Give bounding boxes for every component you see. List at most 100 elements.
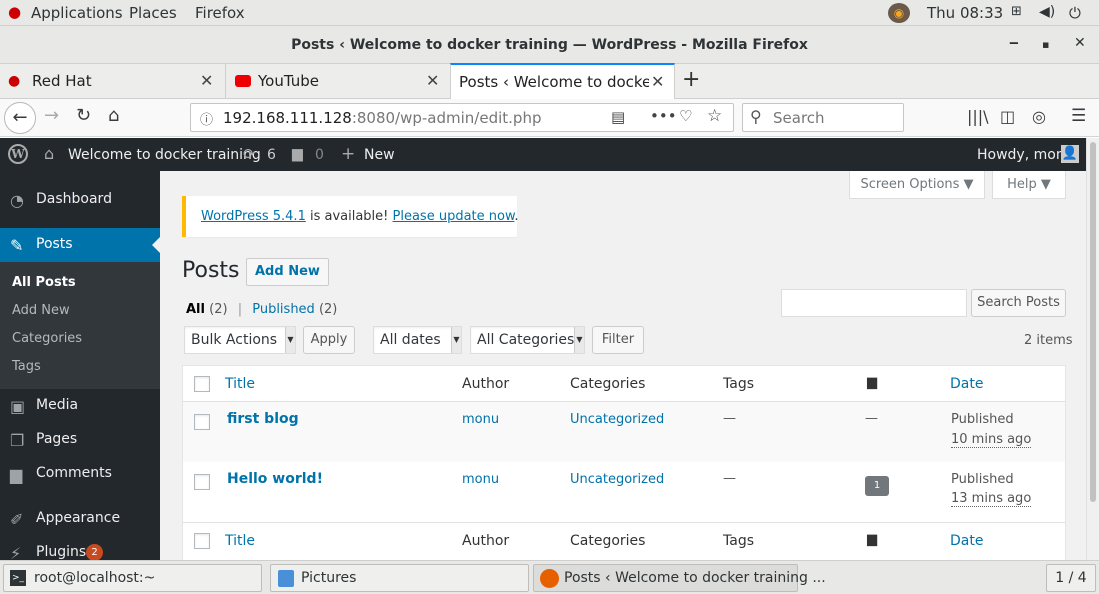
applications-menu[interactable]: Applications <box>31 4 123 22</box>
menu-appearance[interactable]: ✐ Appearance <box>0 502 160 536</box>
column-title[interactable]: Title <box>225 533 255 549</box>
close-tab-icon[interactable]: ✕ <box>651 72 664 91</box>
close-tab-icon[interactable]: ✕ <box>426 71 439 90</box>
workspace-indicator[interactable]: 1 / 4 <box>1046 564 1096 592</box>
tab-posts[interactable]: Posts ‹ Welcome to docker tr ✕ <box>450 63 675 99</box>
updates-icon[interactable]: ⟳ <box>243 145 256 163</box>
post-category-link[interactable]: Uncategorized <box>570 412 664 427</box>
firefox-menu[interactable]: Firefox <box>195 4 245 22</box>
plus-icon[interactable]: + <box>341 144 355 164</box>
column-date[interactable]: Date <box>950 533 983 549</box>
url-bar[interactable]: ⓘ 192.168.111.128:8080/wp-admin/edit.php… <box>190 103 734 132</box>
taskbar-pictures[interactable]: Pictures <box>270 564 529 592</box>
add-new-button[interactable]: Add New <box>246 258 329 286</box>
select-all-checkbox[interactable] <box>194 533 210 549</box>
redhat-icon[interactable]: ● <box>8 3 21 21</box>
filter-button[interactable]: Filter <box>592 326 644 354</box>
posts-submenu: All Posts Add New Categories Tags <box>0 262 160 389</box>
categories-select[interactable]: All Categories ▼ <box>470 326 585 354</box>
submenu-categories[interactable]: Categories <box>12 331 82 346</box>
power-icon[interactable]: ⏻ <box>1069 4 1081 22</box>
bulk-actions-select[interactable]: Bulk Actions ▼ <box>184 326 296 354</box>
view-all-link[interactable]: All <box>186 302 205 317</box>
post-title-link[interactable]: first blog <box>227 411 299 427</box>
tab-label: YouTube <box>258 72 319 90</box>
scrollbar-thumb[interactable] <box>1090 142 1096 502</box>
comment-count-bubble[interactable]: 1 <box>865 476 889 496</box>
user-avatar-icon[interactable]: ◉ <box>888 3 910 23</box>
menu-dashboard[interactable]: ◔ Dashboard <box>0 183 160 217</box>
wordpress-logo-icon[interactable]: W <box>8 144 28 164</box>
select-all-checkbox[interactable] <box>194 376 210 392</box>
post-tags: — <box>723 471 736 486</box>
comments-count[interactable]: 0 <box>315 147 324 163</box>
network-icon[interactable]: ⊞ <box>1011 4 1022 19</box>
column-title[interactable]: Title <box>225 376 255 392</box>
redhat-favicon-icon: ● <box>8 73 21 89</box>
search-box[interactable]: ⚲ Search <box>742 103 904 132</box>
submenu-tags[interactable]: Tags <box>12 359 41 374</box>
minimize-button[interactable]: ‒ <box>1009 35 1019 51</box>
back-button[interactable]: ← <box>4 102 36 134</box>
places-menu[interactable]: Places <box>129 4 177 22</box>
vertical-scrollbar[interactable] <box>1086 138 1099 560</box>
taskbar-terminal[interactable]: >_ root@localhost:~ <box>3 564 262 592</box>
tab-label: Posts ‹ Welcome to docker tr <box>459 73 649 91</box>
row-checkbox[interactable] <box>194 414 210 430</box>
menu-label: Posts <box>36 236 73 252</box>
submenu-all-posts[interactable]: All Posts <box>12 275 76 290</box>
library-icon[interactable]: |||\ <box>967 107 989 126</box>
comments-column-icon[interactable]: ▆ <box>867 532 877 547</box>
reload-button[interactable]: ↻ <box>76 105 91 126</box>
sidebar-toggle-icon[interactable]: ◫ <box>1000 107 1015 126</box>
apply-button[interactable]: Apply <box>303 326 355 354</box>
view-published-link[interactable]: Published <box>252 302 315 317</box>
screen-options-button[interactable]: Screen Options ▼ <box>849 171 985 199</box>
post-title-link[interactable]: Hello world! <box>227 471 323 487</box>
maximize-button[interactable]: ▪ <box>1042 38 1049 51</box>
comments-icon[interactable]: ▆ <box>292 146 303 162</box>
home-site-icon[interactable]: ⌂ <box>44 144 54 163</box>
post-status: Published <box>951 472 1014 487</box>
comments-column-icon[interactable]: ▆ <box>867 375 877 390</box>
menu-posts[interactable]: ✎ Posts <box>0 228 160 262</box>
update-now-link[interactable]: Please update now <box>393 209 515 224</box>
help-button[interactable]: Help ▼ <box>992 171 1066 199</box>
sync-account-icon[interactable]: ◎ <box>1032 107 1046 126</box>
info-icon[interactable]: ⓘ <box>200 109 213 128</box>
volume-icon[interactable]: ◀) <box>1039 4 1055 20</box>
tab-redhat[interactable]: ● Red Hat ✕ <box>0 64 225 99</box>
search-posts-input[interactable] <box>781 289 967 317</box>
reader-view-icon[interactable]: ▤ <box>611 108 625 126</box>
updates-count[interactable]: 6 <box>267 147 276 163</box>
tab-youtube[interactable]: YouTube ✕ <box>225 64 450 99</box>
hamburger-menu-icon[interactable]: ☰ <box>1071 106 1086 126</box>
gnome-top-bar: ● Applications Places Firefox ◉ Thu 08:3… <box>0 0 1099 26</box>
post-category-link[interactable]: Uncategorized <box>570 472 664 487</box>
submenu-add-new[interactable]: Add New <box>12 303 70 318</box>
clock[interactable]: Thu 08:33 <box>927 4 1003 22</box>
new-content-link[interactable]: New <box>364 147 395 163</box>
post-author-link[interactable]: monu <box>462 472 499 487</box>
user-avatar-icon[interactable]: 👤 <box>1061 145 1079 163</box>
forward-button[interactable]: → <box>44 105 59 126</box>
menu-media[interactable]: ▣ Media <box>0 389 160 423</box>
home-button[interactable]: ⌂ <box>108 105 119 126</box>
column-date[interactable]: Date <box>950 376 983 392</box>
close-window-button[interactable]: ✕ <box>1074 35 1086 51</box>
menu-pages[interactable]: ❐ Pages <box>0 423 160 457</box>
search-posts-button[interactable]: Search Posts <box>971 289 1066 317</box>
menu-comments[interactable]: ▆ Comments <box>0 457 160 491</box>
page-actions-icon[interactable]: ••• <box>650 107 677 125</box>
pocket-icon[interactable]: ♡ <box>679 107 692 125</box>
howdy-user[interactable]: Howdy, monu <box>977 147 1074 163</box>
wordpress-version-link[interactable]: WordPress 5.4.1 <box>201 209 306 224</box>
dates-select[interactable]: All dates ▼ <box>373 326 462 354</box>
close-tab-icon[interactable]: ✕ <box>200 71 213 90</box>
site-name-link[interactable]: Welcome to docker training <box>68 147 261 163</box>
row-checkbox[interactable] <box>194 474 210 490</box>
bookmark-star-icon[interactable]: ☆ <box>707 106 722 126</box>
post-author-link[interactable]: monu <box>462 412 499 427</box>
new-tab-button[interactable]: + <box>682 67 700 92</box>
taskbar-firefox[interactable]: Posts ‹ Welcome to docker training ... <box>533 564 826 592</box>
